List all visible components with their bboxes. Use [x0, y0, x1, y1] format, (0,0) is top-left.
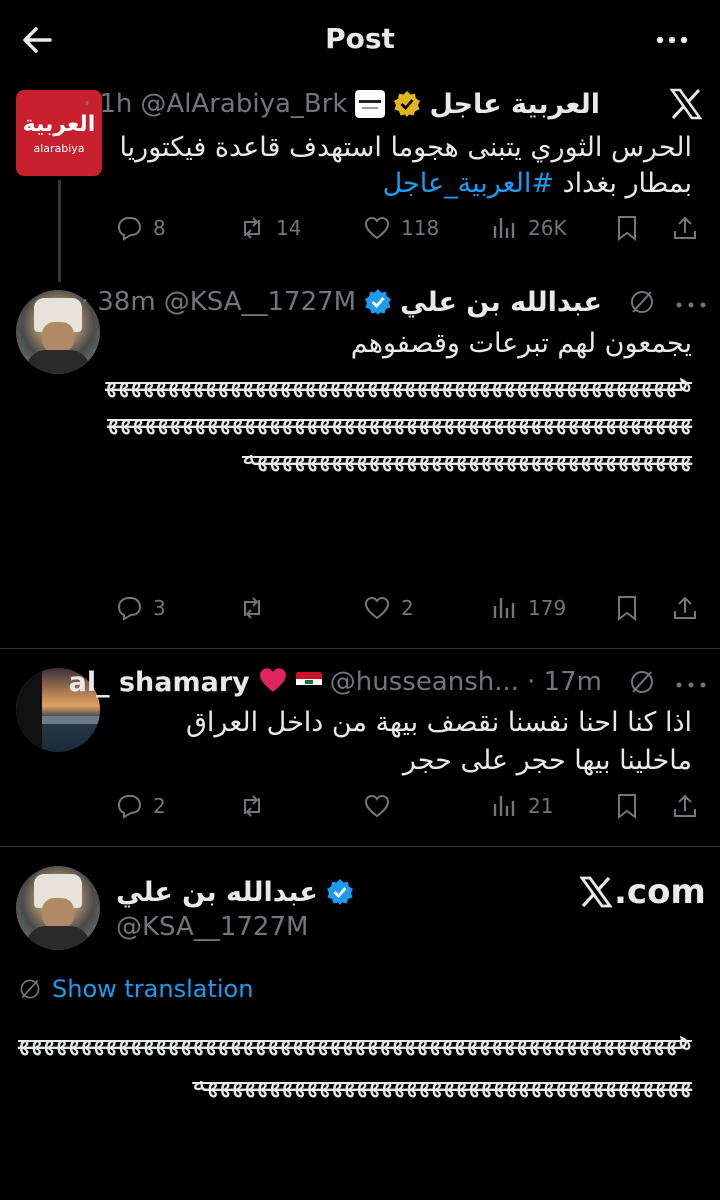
reply-button[interactable]: 8 — [115, 208, 166, 248]
card-handle[interactable]: @KSA__1727M — [116, 912, 308, 942]
reply-icon — [117, 597, 142, 621]
reply1-actions: 3 2 179 — [115, 588, 696, 628]
card-header: عبدالله بن علي — [116, 872, 354, 912]
reply1-share-button[interactable] — [671, 588, 699, 628]
site-domain: .com — [614, 872, 706, 912]
card-laugh-text: هههههههههههههههههههههههههههههههههههههههه… — [18, 1025, 693, 1098]
views-icon — [493, 796, 515, 816]
heart-icon — [364, 794, 390, 818]
reply2-text-line-1: اذا كنا احنا نفسنا نقصف بيهة من داخل الع… — [185, 707, 692, 738]
reply2-actions: 2 21 — [115, 786, 696, 826]
reply2-like-button[interactable] — [363, 786, 401, 826]
repost-button[interactable]: 14 — [238, 208, 301, 248]
verified-blue-icon — [364, 288, 392, 316]
divider — [0, 846, 720, 847]
handle[interactable]: @AlArabiya_Brk — [140, 89, 347, 119]
reply-count: 8 — [153, 216, 166, 240]
reply1-like-count: 2 — [401, 596, 414, 620]
grok-icon[interactable] — [628, 668, 656, 696]
reply2-text-line-2: ماخلينا بيها حجر على حجر — [402, 745, 692, 776]
iraq-flag-icon — [295, 672, 322, 692]
views-button[interactable]: 26K — [490, 208, 567, 248]
top-bar: Post — [0, 0, 720, 80]
post-text: الحرس الثوري يتبنى هجوما استهدف قاعدة في… — [102, 130, 692, 202]
reply2-text: اذا كنا احنا نفسنا نقصف بيهة من داخل الع… — [102, 704, 692, 780]
reply2-views-button[interactable]: 21 — [490, 786, 553, 826]
reply1-reply-count: 3 — [153, 596, 166, 620]
reply1-text-line-1: يجمعون لهم تبرعات وقصفوهم — [350, 328, 692, 359]
x-logo-icon[interactable] — [668, 86, 704, 122]
red-heart-icon — [258, 665, 288, 699]
show-translation-button[interactable]: Show translation — [18, 975, 253, 1003]
avatar-logo-sub: alarabiya — [33, 142, 85, 155]
post-text-line-1: الحرس الثوري يتبنى هجوما استهدف قاعدة في… — [119, 132, 692, 163]
x-com-brand: .com — [578, 872, 706, 912]
x-logo-icon — [579, 876, 613, 908]
avatar-card[interactable] — [16, 866, 100, 950]
display-name[interactable]: العربية عاجل — [429, 89, 600, 120]
post-header: العربية عاجل @AlArabiya_Brk · 1h — [83, 84, 600, 124]
reply-icon — [117, 217, 142, 241]
reply1-reply-button[interactable]: 3 — [115, 588, 166, 628]
reply2-reply-button[interactable]: 2 — [115, 786, 166, 826]
like-button[interactable]: 118 — [363, 208, 439, 248]
hashtag-link[interactable]: #العربية_عاجل — [383, 168, 554, 199]
share-button[interactable] — [671, 208, 699, 248]
reply2-more-icon[interactable] — [674, 676, 708, 688]
reply2-share-button[interactable] — [671, 786, 699, 826]
heart-icon — [364, 216, 390, 240]
reply-icon — [117, 795, 142, 819]
bookmark-icon — [618, 794, 636, 819]
reply1-repost-button[interactable] — [238, 588, 276, 628]
reply1-display-name[interactable]: عبدالله بن علي — [400, 287, 602, 318]
reply2-reply-count: 2 — [153, 794, 166, 818]
share-icon — [674, 216, 696, 239]
views-icon — [493, 218, 515, 238]
reply1-view-count: 179 — [528, 596, 567, 620]
reply1-more-icon[interactable] — [674, 296, 708, 308]
reply2-view-count: 21 — [528, 794, 554, 818]
affiliate-badge-icon — [355, 90, 386, 118]
repost-icon — [244, 217, 260, 239]
reply1-handle[interactable]: @KSA__1727M — [164, 287, 356, 317]
page-title: Post — [325, 22, 395, 55]
views-icon — [493, 598, 515, 618]
repost-icon — [244, 795, 260, 817]
post-time: · 1h — [82, 89, 133, 119]
heart-icon — [364, 596, 390, 620]
reply1-laugh-text: هههههههههههههههههههههههههههههههههههههههه… — [105, 367, 693, 472]
view-count: 26K — [528, 216, 567, 240]
grok-icon[interactable] — [628, 288, 656, 316]
thread-line — [58, 180, 61, 282]
reply2-time: · 17m — [527, 667, 602, 697]
reply2-repost-button[interactable] — [238, 786, 276, 826]
reply1-like-button[interactable]: 2 — [363, 588, 414, 628]
post-text-line-2: بمطار بغداد — [562, 168, 692, 199]
reply1-time: · 38m — [80, 287, 156, 317]
reply2-handle[interactable]: @husseansh... — [330, 667, 519, 697]
more-options-icon[interactable] — [652, 22, 692, 58]
reply1-bookmark-button[interactable] — [613, 588, 641, 628]
reply2-header: al_ shamary @husseansh... · 17m — [69, 662, 602, 702]
bookmark-icon — [618, 216, 636, 241]
post-actions: 8 14 118 26K — [115, 208, 696, 248]
bookmark-button[interactable] — [613, 208, 641, 248]
repost-count: 14 — [276, 216, 302, 240]
verified-blue-icon — [326, 878, 354, 906]
reply1-views-button[interactable]: 179 — [490, 588, 566, 628]
show-translation-label: Show translation — [52, 975, 254, 1003]
reply1-header: عبدالله بن علي @KSA__1727M · 38m — [81, 282, 602, 322]
share-icon — [674, 596, 696, 619]
verified-gold-icon — [393, 90, 421, 118]
reply1-text: يجمعون لهم تبرعات وقصفوهم هههههههههههههه… — [102, 326, 693, 475]
card-display-name[interactable]: عبدالله بن علي — [116, 877, 318, 908]
like-count: 118 — [401, 216, 440, 240]
divider — [0, 648, 720, 649]
bookmark-icon — [618, 596, 636, 621]
share-icon — [674, 794, 696, 817]
repost-icon — [244, 597, 260, 619]
grok-icon — [20, 979, 40, 999]
reply2-display-name[interactable]: al_ shamary — [69, 667, 250, 698]
reply2-bookmark-button[interactable] — [613, 786, 641, 826]
